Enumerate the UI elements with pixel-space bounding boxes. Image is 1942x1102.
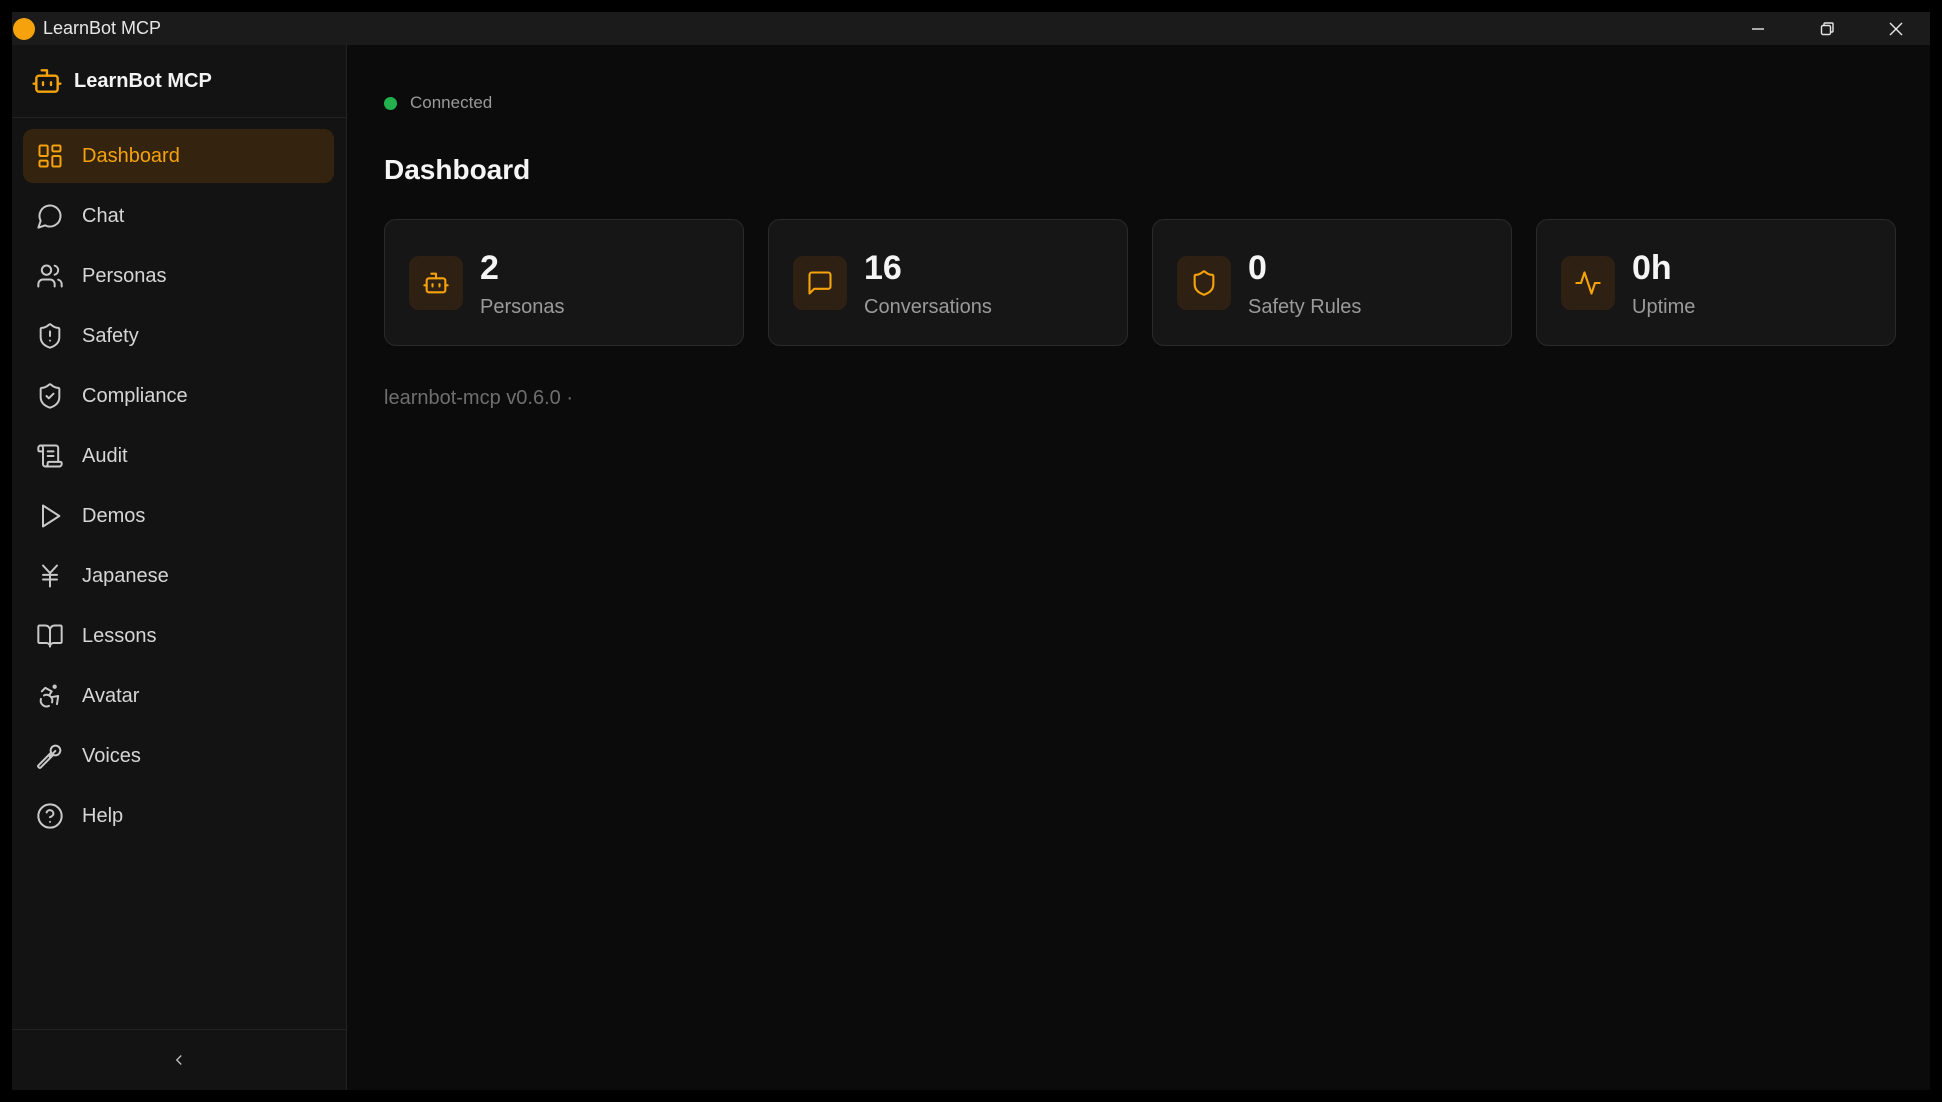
sidebar-item-help[interactable]: Help — [23, 789, 334, 843]
sidebar-item-japanese[interactable]: Japanese — [23, 549, 334, 603]
stat-card-safety-rules: 0 Safety Rules — [1152, 219, 1512, 346]
stat-label: Personas — [480, 296, 565, 318]
sidebar-item-label: Demos — [82, 504, 146, 527]
message-icon — [793, 256, 847, 310]
sidebar-item-label: Voices — [82, 744, 141, 767]
stat-card-personas: 2 Personas — [384, 219, 744, 346]
dashboard-icon — [34, 140, 66, 172]
stat-label: Safety Rules — [1248, 296, 1362, 318]
scroll-icon — [34, 440, 66, 472]
app-window: LearnBot MCP LearnBot MCP Dashboard Chat… — [12, 12, 1930, 1090]
shield-check-icon — [34, 380, 66, 412]
play-icon — [34, 500, 66, 532]
status-dot — [384, 96, 397, 110]
collapse-sidebar-button[interactable] — [12, 1029, 346, 1090]
sidebar-item-dashboard[interactable]: Dashboard — [23, 129, 334, 183]
stat-value: 16 — [864, 249, 902, 287]
sidebar-item-label: Help — [82, 804, 124, 827]
sidebar-item-compliance[interactable]: Compliance — [23, 369, 334, 423]
sidebar-item-safety[interactable]: Safety — [23, 309, 334, 363]
accessibility-icon — [34, 680, 66, 712]
restore-icon — [1820, 21, 1834, 35]
sidebar-item-label: Dashboard — [82, 144, 180, 167]
status-text: Connected — [410, 93, 493, 112]
stat-card-conversations: 16 Conversations — [768, 219, 1128, 346]
book-icon — [34, 620, 66, 652]
sidebar-item-lessons[interactable]: Lessons — [23, 609, 334, 663]
help-icon — [34, 800, 66, 832]
sidebar-item-audit[interactable]: Audit — [23, 429, 334, 483]
sidebar-item-label: Safety — [82, 324, 139, 347]
minimize-button[interactable] — [1723, 12, 1792, 45]
sidebar-item-label: Personas — [82, 264, 167, 287]
stat-card-uptime: 0h Uptime — [1536, 219, 1896, 346]
page-title: Dashboard — [384, 154, 531, 185]
sidebar-item-chat[interactable]: Chat — [23, 189, 334, 243]
sidebar-item-label: Chat — [82, 204, 125, 227]
sidebar-item-avatar[interactable]: Avatar — [23, 669, 334, 723]
stat-label: Conversations — [864, 296, 992, 318]
app-icon — [13, 17, 35, 40]
restore-button[interactable] — [1792, 12, 1861, 45]
chevron-left-icon — [175, 1055, 182, 1065]
brand: LearnBot MCP — [12, 45, 346, 118]
sidebar-item-personas[interactable]: Personas — [23, 249, 334, 303]
sidebar-item-voices[interactable]: Voices — [23, 729, 334, 783]
activity-icon — [1561, 256, 1615, 310]
connection-status: Connected — [384, 93, 492, 113]
stat-value: 2 — [480, 249, 499, 287]
bot-logo-icon — [30, 64, 64, 98]
window-title: LearnBot MCP — [43, 18, 162, 38]
sidebar-item-label: Lessons — [82, 624, 157, 647]
sidebar: LearnBot MCP Dashboard Chat Personas Saf… — [12, 45, 347, 1090]
yen-icon — [34, 560, 66, 592]
sidebar-nav: Dashboard Chat Personas Safety Complianc… — [12, 118, 346, 843]
minimize-icon — [1751, 27, 1764, 30]
sidebar-item-label: Audit — [82, 444, 128, 467]
users-icon — [34, 260, 66, 292]
close-icon — [1889, 22, 1902, 35]
version-text: learnbot-mcp v0.6.0 · — [384, 387, 573, 409]
main-content: Connected Dashboard 2 Personas 16 Conver… — [347, 45, 1930, 1090]
close-button[interactable] — [1861, 12, 1930, 45]
brand-name: LearnBot MCP — [74, 69, 212, 92]
shield-alert-icon — [34, 320, 66, 352]
stats-cards: 2 Personas 16 Conversations 0 Safety Rul… — [384, 219, 1896, 346]
sidebar-item-label: Japanese — [82, 564, 169, 587]
sidebar-item-label: Compliance — [82, 384, 188, 407]
stat-label: Uptime — [1632, 296, 1696, 318]
shield-icon — [1177, 256, 1231, 310]
chat-icon — [34, 200, 66, 232]
bot-icon — [409, 256, 463, 310]
sidebar-item-label: Avatar — [82, 684, 140, 707]
stat-value: 0 — [1248, 249, 1267, 287]
sidebar-item-demos[interactable]: Demos — [23, 489, 334, 543]
stat-value: 0h — [1632, 249, 1672, 287]
title-bar[interactable]: LearnBot MCP — [12, 12, 1930, 45]
microphone-icon — [34, 740, 66, 772]
